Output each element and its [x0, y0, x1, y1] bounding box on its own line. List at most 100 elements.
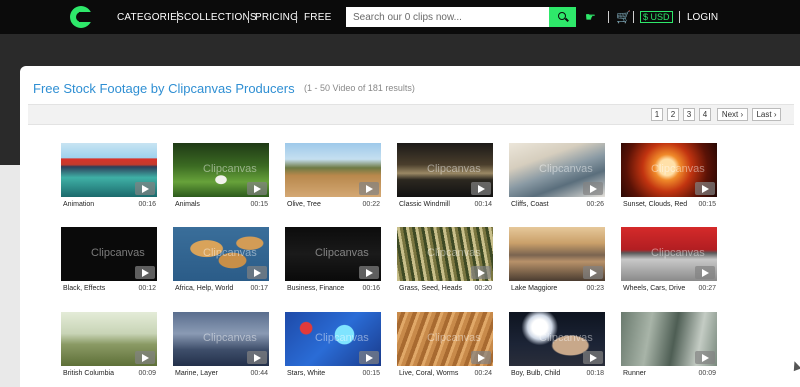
nav-divider	[679, 11, 680, 23]
clip-duration: 00:27	[698, 285, 716, 292]
clip-card[interactable]: Clipcanvas Classic Windmill 00:14	[397, 143, 493, 209]
page-3-button[interactable]: 3	[683, 108, 695, 121]
currency-selector[interactable]: $ USD	[640, 11, 673, 23]
clip-duration: 00:15	[698, 201, 716, 208]
clip-label: Lake Maggiore	[511, 285, 558, 292]
clip-label: British Columbia	[63, 370, 114, 377]
clip-card[interactable]: Clipcanvas Sunset, Clouds, Red 00:15	[621, 143, 717, 209]
clip-duration: 00:09	[698, 370, 716, 377]
clip-duration: 00:16	[362, 285, 380, 292]
cart-icon[interactable]: 🛒	[616, 10, 631, 24]
clip-duration: 00:18	[586, 370, 604, 377]
clip-card[interactable]: Clipcanvas Grass, Seed, Heads 00:20	[397, 227, 493, 293]
clipcanvas-logo-icon[interactable]	[70, 6, 92, 28]
search-button[interactable]	[549, 7, 576, 27]
hand-icon[interactable]: ☛	[585, 10, 596, 24]
clip-duration: 00:23	[586, 285, 604, 292]
last-page-button[interactable]: Last ›	[752, 108, 781, 121]
play-icon[interactable]	[247, 266, 267, 279]
clip-label: Grass, Seed, Heads	[399, 285, 463, 292]
clip-card[interactable]: Clipcanvas Animals 00:15	[173, 143, 269, 209]
play-icon[interactable]	[583, 351, 603, 364]
clip-label: Boy, Bulb, Child	[511, 370, 561, 377]
clip-label: Live, Coral, Worms	[399, 370, 459, 377]
clip-duration: 00:16	[138, 201, 156, 208]
clip-label: Stars, White	[287, 370, 326, 377]
play-icon[interactable]	[359, 266, 379, 279]
clip-card[interactable]: Runner 00:09	[621, 312, 717, 378]
clip-label: Runner	[623, 370, 646, 377]
clip-watermark: Clipcanvas	[651, 163, 705, 175]
clip-duration: 00:22	[362, 201, 380, 208]
clip-card[interactable]: Clipcanvas Business, Finance 00:16	[285, 227, 381, 293]
clip-watermark: Clipcanvas	[315, 332, 369, 344]
play-icon[interactable]	[583, 182, 603, 195]
nav-divider	[296, 11, 297, 23]
play-icon[interactable]	[695, 351, 715, 364]
clip-card[interactable]: Clipcanvas Africa, Help, World 00:17	[173, 227, 269, 293]
next-page-button[interactable]: Next ›	[717, 108, 748, 121]
clip-duration: 00:24	[474, 370, 492, 377]
clip-duration: 00:26	[586, 201, 604, 208]
clip-watermark: Clipcanvas	[427, 247, 481, 259]
clip-watermark: Clipcanvas	[427, 163, 481, 175]
clip-card[interactable]: Clipcanvas Marine, Layer 00:44	[173, 312, 269, 378]
clip-card[interactable]: Clipcanvas Wheels, Cars, Drive 00:27	[621, 227, 717, 293]
page-1-button[interactable]: 1	[651, 108, 663, 121]
results-count: (1 - 50 Video of 181 results)	[304, 83, 415, 93]
clip-duration: 00:17	[250, 285, 268, 292]
clip-label: Wheels, Cars, Drive	[623, 285, 686, 292]
clip-card[interactable]: Animation 00:16	[61, 143, 157, 209]
clip-watermark: Clipcanvas	[539, 332, 593, 344]
clip-card[interactable]: Olive, Tree 00:22	[285, 143, 381, 209]
nav-divider	[633, 11, 634, 23]
play-icon[interactable]	[135, 266, 155, 279]
clip-card[interactable]: Lake Maggiore 00:23	[509, 227, 605, 293]
clip-label: Animals	[175, 201, 200, 208]
clip-card[interactable]: Clipcanvas Stars, White 00:15	[285, 312, 381, 378]
clip-watermark: Clipcanvas	[539, 163, 593, 175]
nav-pricing[interactable]: PRICING	[255, 12, 298, 23]
search-input[interactable]	[346, 7, 549, 27]
clip-duration: 00:12	[138, 285, 156, 292]
nav-collections[interactable]: COLLECTIONS	[184, 12, 257, 23]
clip-watermark: Clipcanvas	[91, 247, 145, 259]
play-icon[interactable]	[583, 266, 603, 279]
clip-watermark: Clipcanvas	[651, 247, 705, 259]
login-link[interactable]: LOGIN	[687, 12, 718, 23]
clip-card[interactable]: Clipcanvas Live, Coral, Worms 00:24	[397, 312, 493, 378]
clip-label: Black, Effects	[63, 285, 106, 292]
clip-duration: 00:15	[362, 370, 380, 377]
nav-divider	[608, 11, 609, 23]
clip-duration: 00:44	[250, 370, 268, 377]
clip-duration: 00:14	[474, 201, 492, 208]
clip-card[interactable]: Clipcanvas Cliffs, Coast 00:26	[509, 143, 605, 209]
play-icon[interactable]	[359, 351, 379, 364]
play-icon[interactable]	[247, 351, 267, 364]
play-icon[interactable]	[471, 351, 491, 364]
clip-watermark: Clipcanvas	[427, 332, 481, 344]
play-icon[interactable]	[471, 182, 491, 195]
clip-duration: 00:09	[138, 370, 156, 377]
play-icon[interactable]	[135, 351, 155, 364]
pagination-bar	[28, 104, 794, 125]
clip-watermark: Clipcanvas	[203, 163, 257, 175]
clip-label: Marine, Layer	[175, 370, 218, 377]
play-icon[interactable]	[247, 182, 267, 195]
clip-label: Africa, Help, World	[175, 285, 234, 292]
page-2-button[interactable]: 2	[667, 108, 679, 121]
nav-free[interactable]: FREE	[304, 12, 331, 23]
play-icon[interactable]	[135, 182, 155, 195]
play-icon[interactable]	[359, 182, 379, 195]
page-4-button[interactable]: 4	[699, 108, 711, 121]
clip-watermark: Clipcanvas	[203, 247, 257, 259]
page-title: Free Stock Footage by Clipcanvas Produce…	[33, 81, 415, 96]
clip-card[interactable]: Clipcanvas Boy, Bulb, Child 00:18	[509, 312, 605, 378]
clip-card[interactable]: Clipcanvas Black, Effects 00:12	[61, 227, 157, 293]
play-icon[interactable]	[695, 182, 715, 195]
clip-card[interactable]: British Columbia 00:09	[61, 312, 157, 378]
play-icon[interactable]	[471, 266, 491, 279]
nav-categories[interactable]: CATEGORIES	[117, 12, 184, 23]
play-icon[interactable]	[695, 266, 715, 279]
clip-label: Business, Finance	[287, 285, 345, 292]
